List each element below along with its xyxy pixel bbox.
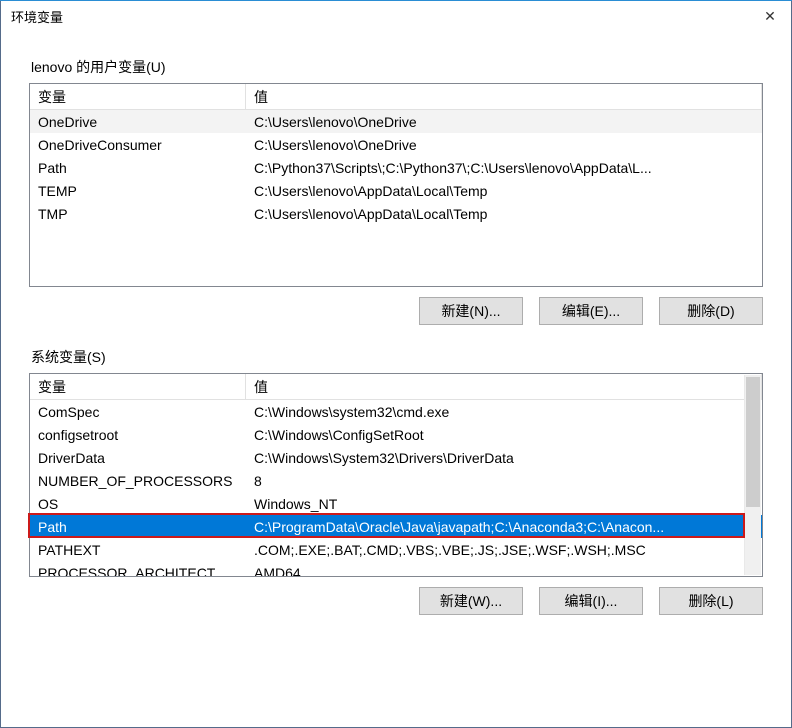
user-header-variable[interactable]: 变量 <box>30 84 246 109</box>
user-row-temp[interactable]: TEMPC:\Users\lenovo\AppData\Local\Temp <box>30 179 762 202</box>
system-row-value: AMD64 <box>246 564 762 578</box>
user-row-onedriveconsumer[interactable]: OneDriveConsumerC:\Users\lenovo\OneDrive <box>30 133 762 156</box>
user-buttons: 新建(N)... 编辑(E)... 删除(D) <box>29 297 763 325</box>
system-row-variable: OS <box>30 495 246 513</box>
system-row-variable: Path <box>30 518 246 536</box>
window-title: 环境变量 <box>11 7 63 26</box>
user-row-value: C:\Users\lenovo\AppData\Local\Temp <box>246 182 762 200</box>
system-row-variable: DriverData <box>30 449 246 467</box>
dialog-content: lenovo 的用户变量(U) 变量 值 OneDriveC:\Users\le… <box>1 31 791 727</box>
user-row-onedrive[interactable]: OneDriveC:\Users\lenovo\OneDrive <box>30 110 762 133</box>
system-header-value[interactable]: 值 <box>246 374 762 399</box>
user-new-button[interactable]: 新建(N)... <box>419 297 523 325</box>
system-variables-group: 系统变量(S) 变量 值 ComSpecC:\Windows\system32\… <box>29 347 763 615</box>
system-group-label: 系统变量(S) <box>31 347 763 367</box>
system-edit-button[interactable]: 编辑(I)... <box>539 587 643 615</box>
system-list-header[interactable]: 变量 值 <box>30 374 762 400</box>
system-buttons: 新建(W)... 编辑(I)... 删除(L) <box>29 587 763 615</box>
system-row-variable: configsetroot <box>30 426 246 444</box>
user-row-tmp[interactable]: TMPC:\Users\lenovo\AppData\Local\Temp <box>30 202 762 225</box>
env-vars-dialog: 环境变量 ✕ lenovo 的用户变量(U) 变量 值 OneDriveC:\U… <box>0 0 792 728</box>
window-accent <box>0 0 792 1</box>
user-row-variable: TEMP <box>30 182 246 200</box>
system-row-os[interactable]: OSWindows_NT <box>30 492 762 515</box>
user-row-variable: TMP <box>30 205 246 223</box>
close-icon: ✕ <box>764 8 776 25</box>
system-row-value: C:\ProgramData\Oracle\Java\javapath;C:\A… <box>246 518 762 536</box>
system-row-variable: PATHEXT <box>30 541 246 559</box>
user-row-variable: Path <box>30 159 246 177</box>
system-row-pathext[interactable]: PATHEXT.COM;.EXE;.BAT;.CMD;.VBS;.VBE;.JS… <box>30 538 762 561</box>
system-delete-button[interactable]: 删除(L) <box>659 587 763 615</box>
system-row-driverdata[interactable]: DriverDataC:\Windows\System32\Drivers\Dr… <box>30 446 762 469</box>
user-edit-button[interactable]: 编辑(E)... <box>539 297 643 325</box>
user-row-value: C:\Users\lenovo\OneDrive <box>246 136 762 154</box>
user-header-value[interactable]: 值 <box>246 84 762 109</box>
user-row-value: C:\Users\lenovo\OneDrive <box>246 113 762 131</box>
user-row-path[interactable]: PathC:\Python37\Scripts\;C:\Python37\;C:… <box>30 156 762 179</box>
system-row-configsetroot[interactable]: configsetrootC:\Windows\ConfigSetRoot <box>30 423 762 446</box>
system-row-comspec[interactable]: ComSpecC:\Windows\system32\cmd.exe <box>30 400 762 423</box>
system-row-value: Windows_NT <box>246 495 762 513</box>
user-row-variable: OneDriveConsumer <box>30 136 246 154</box>
system-header-variable[interactable]: 变量 <box>30 374 246 399</box>
system-row-processor_architecture[interactable]: PROCESSOR_ARCHITECTUREAMD64 <box>30 561 762 577</box>
user-row-value: C:\Python37\Scripts\;C:\Python37\;C:\Use… <box>246 159 762 177</box>
system-row-variable: PROCESSOR_ARCHITECTURE <box>30 564 246 578</box>
user-variables-group: lenovo 的用户变量(U) 变量 值 OneDriveC:\Users\le… <box>29 57 763 325</box>
system-variables-list[interactable]: 变量 值 ComSpecC:\Windows\system32\cmd.exec… <box>29 373 763 577</box>
user-list-header[interactable]: 变量 值 <box>30 84 762 110</box>
user-row-variable: OneDrive <box>30 113 246 131</box>
user-row-value: C:\Users\lenovo\AppData\Local\Temp <box>246 205 762 223</box>
system-row-value: C:\Windows\system32\cmd.exe <box>246 403 762 421</box>
user-delete-button[interactable]: 删除(D) <box>659 297 763 325</box>
system-row-path[interactable]: PathC:\ProgramData\Oracle\Java\javapath;… <box>30 515 762 538</box>
close-button[interactable]: ✕ <box>749 2 791 30</box>
system-scrollbar[interactable] <box>744 375 761 575</box>
system-row-variable: ComSpec <box>30 403 246 421</box>
system-row-value: C:\Windows\System32\Drivers\DriverData <box>246 449 762 467</box>
system-row-variable: NUMBER_OF_PROCESSORS <box>30 472 246 490</box>
system-row-value: .COM;.EXE;.BAT;.CMD;.VBS;.VBE;.JS;.JSE;.… <box>246 541 762 559</box>
system-row-number_of_processors[interactable]: NUMBER_OF_PROCESSORS8 <box>30 469 762 492</box>
user-variables-list[interactable]: 变量 值 OneDriveC:\Users\lenovo\OneDriveOne… <box>29 83 763 287</box>
system-row-value: C:\Windows\ConfigSetRoot <box>246 426 762 444</box>
system-row-value: 8 <box>246 472 762 490</box>
system-new-button[interactable]: 新建(W)... <box>419 587 523 615</box>
scrollbar-thumb[interactable] <box>746 377 760 507</box>
user-group-label: lenovo 的用户变量(U) <box>31 57 763 77</box>
titlebar: 环境变量 ✕ <box>1 1 791 31</box>
